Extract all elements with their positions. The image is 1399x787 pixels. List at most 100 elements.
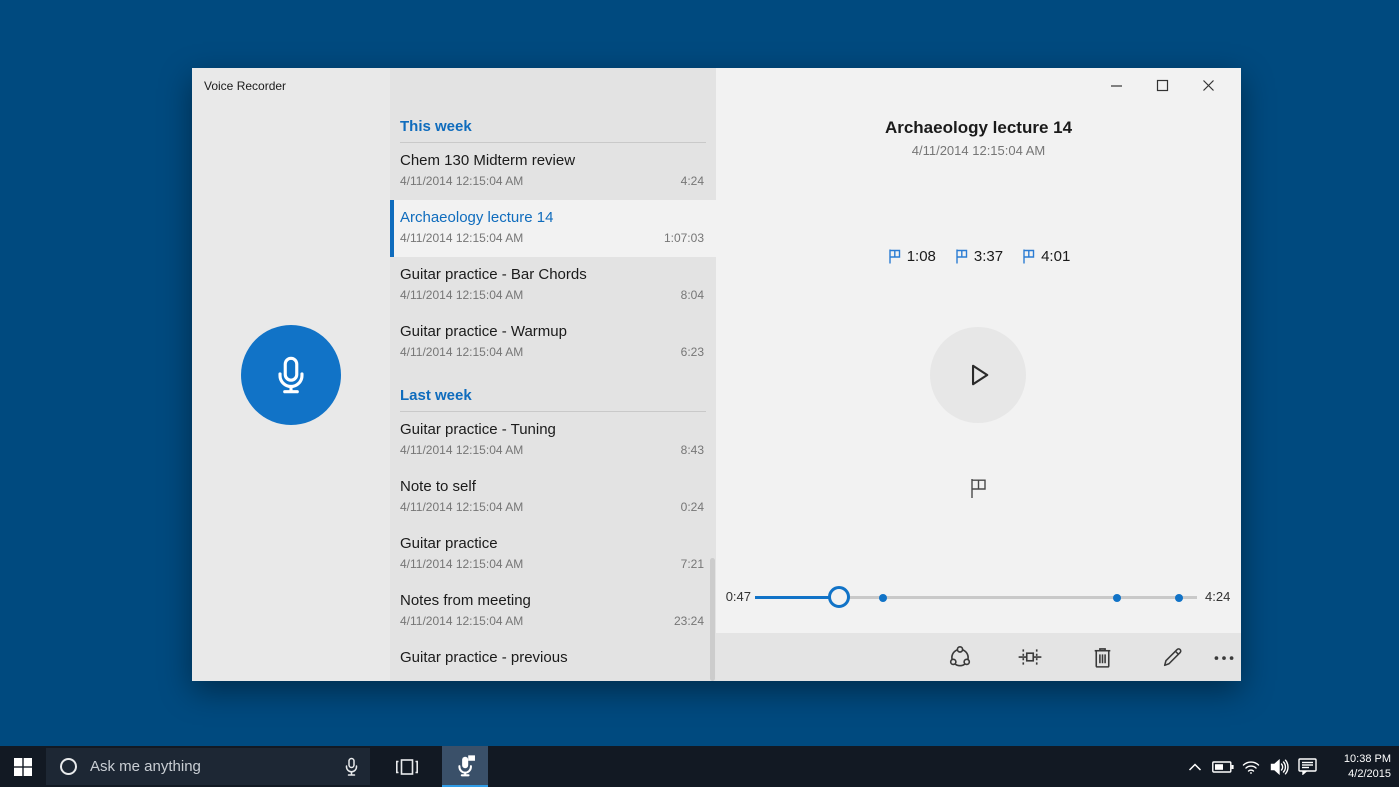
search-input[interactable]: Ask me anything xyxy=(46,748,370,785)
pencil-icon xyxy=(1160,645,1185,670)
list-item-note-to-self[interactable]: Note to self 4/11/2014 12:15:04 AM 0:24 xyxy=(390,469,716,526)
marker-dot-3[interactable] xyxy=(1175,594,1183,602)
playback-slider-thumb[interactable] xyxy=(828,586,850,608)
recording-duration: 4:24 xyxy=(681,174,704,188)
recording-date: 4/11/2014 12:15:04 AM xyxy=(400,345,523,359)
recording-date: 4/11/2014 12:15:04 AM xyxy=(400,557,523,571)
recording-title: Guitar practice xyxy=(400,535,704,552)
recording-duration: 1:07:03 xyxy=(664,231,704,245)
player-panel: Archaeology lecture 14 4/11/2014 12:15:0… xyxy=(716,68,1241,681)
recording-date: 4/11/2014 12:15:04 AM xyxy=(400,174,523,188)
recording-duration: 6:23 xyxy=(681,345,704,359)
list-item-guitar-practice[interactable]: Guitar practice 4/11/2014 12:15:04 AM 7:… xyxy=(390,526,716,583)
start-button[interactable] xyxy=(0,746,46,787)
list-item-previous[interactable]: Guitar practice - previous xyxy=(390,640,716,681)
flag-time: 3:37 xyxy=(974,248,1003,265)
recording-title: Notes from meeting xyxy=(400,592,704,609)
share-button[interactable] xyxy=(940,637,980,677)
voice-recorder-window: Voice Recorder This week Chem 130 Midter… xyxy=(192,68,1241,681)
window-controls xyxy=(1093,70,1231,100)
voice-recorder-app-icon xyxy=(454,754,477,777)
recording-duration: 7:21 xyxy=(681,557,704,571)
recording-date: 4/11/2014 12:15:04 AM xyxy=(400,500,523,514)
add-flag-button[interactable] xyxy=(956,466,1000,510)
rename-button[interactable] xyxy=(1152,637,1192,677)
microphone-icon xyxy=(268,352,314,398)
section-label-this-week: This week xyxy=(400,118,706,135)
recording-duration: 8:43 xyxy=(681,443,704,457)
tray-wifi-icon[interactable] xyxy=(1237,746,1265,787)
list-item-archaeology-lecture[interactable]: Archaeology lecture 14 4/11/2014 12:15:0… xyxy=(390,200,716,257)
recording-date: 4/11/2014 12:15:04 AM xyxy=(400,231,523,245)
recordings-list: This week Chem 130 Midterm review 4/11/2… xyxy=(390,68,716,681)
tray-chevron-up-icon[interactable] xyxy=(1181,746,1209,787)
record-button[interactable] xyxy=(241,325,341,425)
position-label: 0:47 xyxy=(716,589,751,604)
ellipsis-icon xyxy=(1211,644,1237,670)
duration-label: 4:24 xyxy=(1205,589,1230,604)
list-scrollbar[interactable] xyxy=(710,558,715,681)
playback-slider-zone: 0:47 4:24 xyxy=(716,583,1241,613)
close-button[interactable] xyxy=(1185,70,1231,100)
clock-time: 10:38 PM xyxy=(1327,752,1391,767)
trim-button[interactable] xyxy=(1010,637,1050,677)
recording-title: Guitar practice - Bar Chords xyxy=(400,266,704,283)
player-toolbar xyxy=(716,633,1241,681)
flag-time: 4:01 xyxy=(1041,248,1070,265)
list-item-notes-from-meeting[interactable]: Notes from meeting 4/11/2014 12:15:04 AM… xyxy=(390,583,716,640)
section-label-last-week: Last week xyxy=(400,387,706,404)
voice-recorder-taskbar-button[interactable] xyxy=(442,746,488,787)
tray-volume-icon[interactable] xyxy=(1265,746,1293,787)
list-item-chem-130[interactable]: Chem 130 Midterm review 4/11/2014 12:15:… xyxy=(390,143,716,200)
search-placeholder: Ask me anything xyxy=(90,758,201,775)
marker-dot-1[interactable] xyxy=(879,594,887,602)
tray-battery-icon[interactable] xyxy=(1209,746,1237,787)
more-button[interactable] xyxy=(1204,637,1241,677)
player-date: 4/11/2014 12:15:04 AM xyxy=(716,143,1241,158)
flag-icon xyxy=(968,477,989,500)
windows-logo-icon xyxy=(14,758,32,776)
list-item-tuning[interactable]: Guitar practice - Tuning 4/11/2014 12:15… xyxy=(390,412,716,469)
trim-icon xyxy=(1017,644,1043,670)
play-button[interactable] xyxy=(930,327,1026,423)
play-icon xyxy=(961,358,995,392)
recording-title: Guitar practice - Tuning xyxy=(400,421,704,438)
list-item-warmup[interactable]: Guitar practice - Warmup 4/11/2014 12:15… xyxy=(390,314,716,371)
recording-title: Note to self xyxy=(400,478,704,495)
list-item-bar-chords[interactable]: Guitar practice - Bar Chords 4/11/2014 1… xyxy=(390,257,716,314)
recording-date: 4/11/2014 12:15:04 AM xyxy=(400,443,523,457)
task-view-icon xyxy=(395,756,419,778)
playback-progress xyxy=(755,596,839,599)
system-tray: 10:38 PM 4/2/2015 xyxy=(1181,746,1399,787)
player-title: Archaeology lecture 14 xyxy=(716,118,1241,138)
playback-slider-track[interactable] xyxy=(755,596,1197,599)
taskbar-clock[interactable]: 10:38 PM 4/2/2015 xyxy=(1327,752,1391,782)
recording-title: Guitar practice - previous xyxy=(400,649,704,666)
taskbar: Ask me anything xyxy=(0,746,1399,787)
recording-duration: 0:24 xyxy=(681,500,704,514)
cortana-icon xyxy=(59,757,78,776)
recording-duration: 23:24 xyxy=(674,614,704,628)
maximize-button[interactable] xyxy=(1139,70,1185,100)
flag-marker-1[interactable]: 1:08 xyxy=(887,248,936,265)
recording-date: 4/11/2014 12:15:04 AM xyxy=(400,614,523,628)
recording-title: Guitar practice - Warmup xyxy=(400,323,704,340)
flag-marker-3[interactable]: 4:01 xyxy=(1021,248,1070,265)
recording-title: Chem 130 Midterm review xyxy=(400,152,704,169)
minimize-button[interactable] xyxy=(1093,70,1139,100)
marker-dot-2[interactable] xyxy=(1113,594,1121,602)
app-title: Voice Recorder xyxy=(204,79,286,93)
delete-button[interactable] xyxy=(1082,637,1122,677)
flag-marker-2[interactable]: 3:37 xyxy=(954,248,1003,265)
flag-icon xyxy=(887,248,902,265)
flag-time: 1:08 xyxy=(907,248,936,265)
flag-markers-row: 1:08 3:37 4:01 xyxy=(716,248,1241,265)
record-panel: Voice Recorder xyxy=(192,68,390,681)
task-view-button[interactable] xyxy=(384,746,430,787)
trash-icon xyxy=(1090,645,1115,670)
tray-action-center-icon[interactable] xyxy=(1293,746,1321,787)
flag-icon xyxy=(1021,248,1036,265)
flag-icon xyxy=(954,248,969,265)
recording-date: 4/11/2014 12:15:04 AM xyxy=(400,288,523,302)
search-mic-icon[interactable] xyxy=(343,748,360,785)
